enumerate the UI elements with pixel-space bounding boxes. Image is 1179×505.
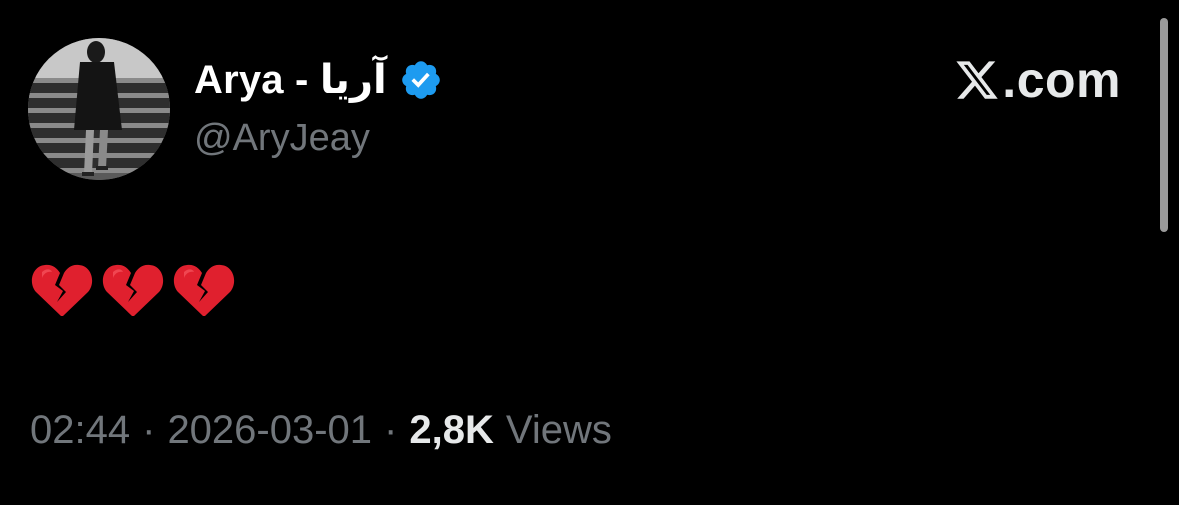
tweet-body [30,258,243,322]
meta-separator: · [142,408,156,452]
tweet-card: Arya - آریا @AryJeay .com 02:44 · 2026-0… [0,0,1179,505]
broken-heart-icon [30,258,94,322]
author-handle[interactable]: @AryJeay [194,117,370,160]
brand-watermark: .com [954,50,1121,110]
brand-domain-text: .com [1002,52,1121,108]
broken-heart-icon [172,258,236,322]
author-display-name[interactable]: Arya - آریا [194,57,387,103]
tweet-meta: 02:44 · 2026-03-01 · 2,8K Views [30,408,612,453]
views-label: Views [505,408,612,452]
scrollbar[interactable] [1160,18,1168,232]
tweet-time[interactable]: 02:44 [30,408,130,453]
avatar-image [28,38,170,180]
broken-heart-icon [101,258,165,322]
tweet-date[interactable]: 2026-03-01 [167,408,372,453]
author-name-row: Arya - آریا [194,52,443,108]
views-count: 2,8K [409,408,494,452]
x-logo-icon [954,57,1000,103]
verified-badge-icon [399,58,443,102]
avatar[interactable] [28,38,170,180]
meta-separator: · [384,408,398,452]
